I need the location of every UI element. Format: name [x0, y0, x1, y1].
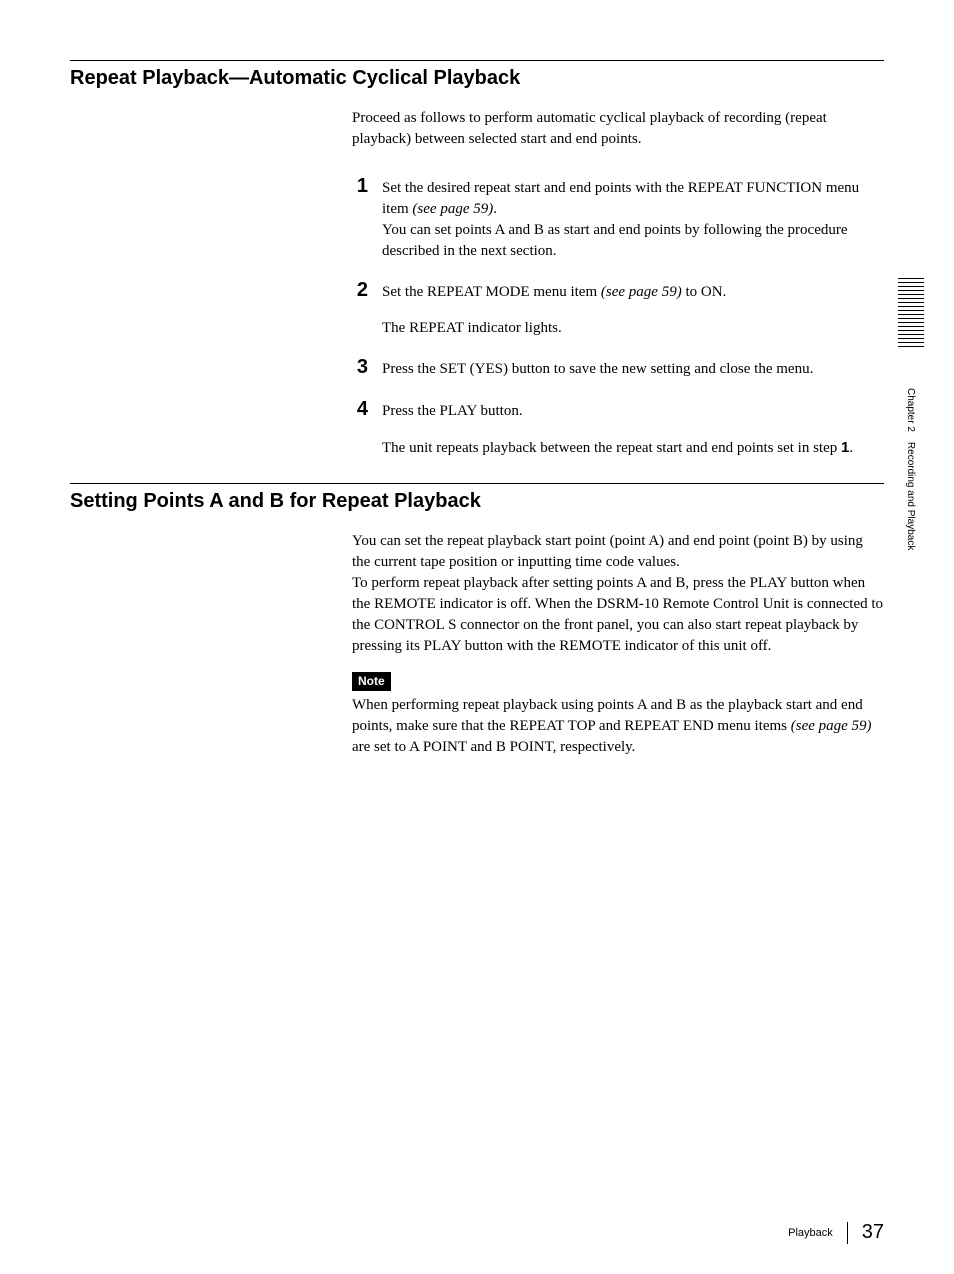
- step-body: Press the SET (YES) button to save the n…: [382, 359, 884, 380]
- step-number: 1: [352, 172, 368, 200]
- chapter-side-label: Chapter 2 Recording and Playback: [905, 388, 916, 550]
- section1-intro: Proceed as follows to perform automatic …: [352, 108, 884, 150]
- page-footer: Playback 37: [788, 1221, 884, 1244]
- step-3: 3 Press the SET (YES) button to save the…: [352, 353, 884, 381]
- step-4: 4 Press the PLAY button.: [352, 395, 884, 423]
- step-number: 4: [352, 395, 368, 423]
- page-reference: (see page 59): [412, 201, 493, 217]
- result-text-b: .: [849, 440, 853, 456]
- section1-body: Proceed as follows to perform automatic …: [352, 108, 884, 459]
- step-text-b: to ON.: [682, 284, 727, 300]
- step-text-a: Press the PLAY button.: [382, 403, 523, 419]
- step-number: 3: [352, 353, 368, 381]
- section2-title: Setting Points A and B for Repeat Playba…: [70, 490, 884, 513]
- section2-paragraph: You can set the repeat playback start po…: [352, 531, 884, 657]
- step-2-result: The REPEAT indicator lights.: [382, 318, 884, 339]
- step-text-b: .: [493, 201, 497, 217]
- page-reference: (see page 59): [601, 284, 682, 300]
- page-reference: (see page 59): [791, 718, 872, 734]
- thumb-index-icon: [898, 278, 924, 347]
- step-text-a: Press the SET (YES) button to save the n…: [382, 361, 813, 377]
- footer-section-name: Playback: [788, 1227, 833, 1239]
- step-extra: You can set points A and B as start and …: [382, 222, 848, 259]
- step-body: Set the REPEAT MODE menu item (see page …: [382, 282, 884, 303]
- step-text-a: Set the REPEAT MODE menu item: [382, 284, 601, 300]
- note-text: When performing repeat playback using po…: [352, 695, 884, 758]
- step-2: 2 Set the REPEAT MODE menu item (see pag…: [352, 276, 884, 304]
- section-rule: [70, 60, 884, 61]
- page-number: 37: [862, 1221, 884, 1244]
- step-body: Press the PLAY button.: [382, 401, 884, 422]
- step-number: 2: [352, 276, 368, 304]
- section2-wrap: Setting Points A and B for Repeat Playba…: [70, 483, 884, 758]
- section-rule: [70, 483, 884, 484]
- step-body: Set the desired repeat start and end poi…: [382, 178, 884, 262]
- section1-title: Repeat Playback—Automatic Cyclical Playb…: [70, 67, 884, 90]
- step-4-result: The unit repeats playback between the re…: [382, 437, 884, 459]
- step-1: 1 Set the desired repeat start and end p…: [352, 172, 884, 262]
- section2-body: You can set the repeat playback start po…: [352, 531, 884, 758]
- note-text-b: are set to A POINT and B POINT, respecti…: [352, 739, 635, 755]
- footer-divider: [847, 1222, 848, 1244]
- result-text-a: The unit repeats playback between the re…: [382, 440, 841, 456]
- note-text-a: When performing repeat playback using po…: [352, 697, 863, 734]
- note-badge: Note: [352, 672, 391, 691]
